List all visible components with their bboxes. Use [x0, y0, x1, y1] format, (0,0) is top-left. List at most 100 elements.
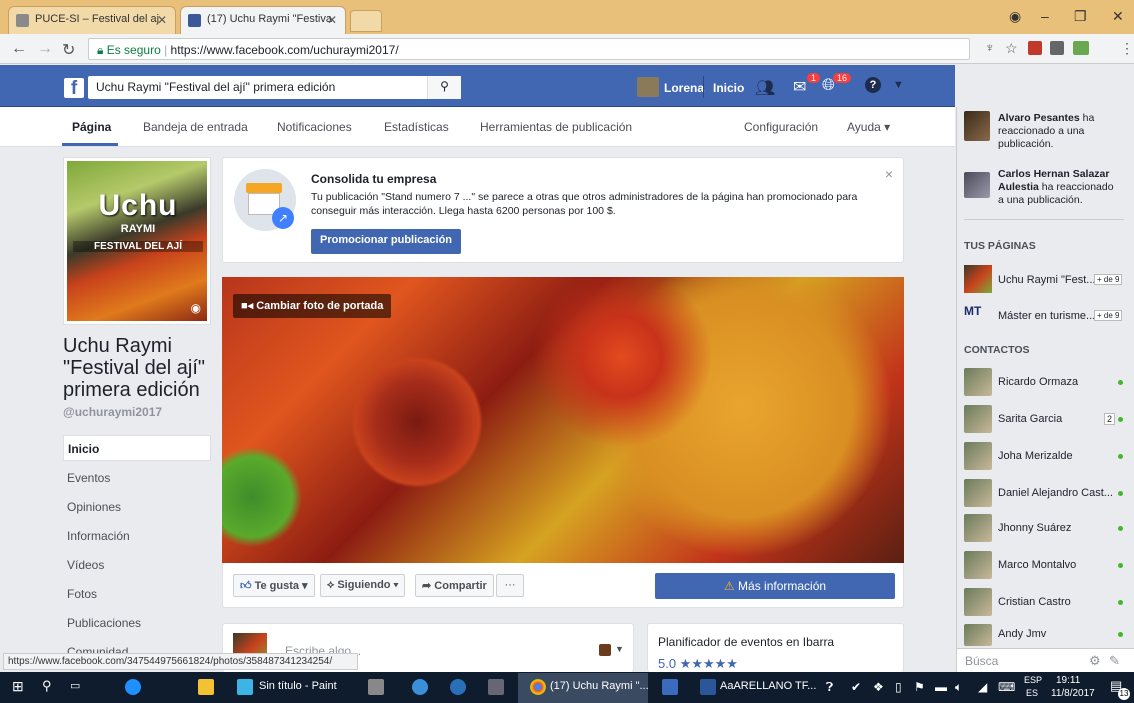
contact-item[interactable]: Jhonny Suárez — [964, 514, 1129, 542]
page-link[interactable]: Uchu Raymi "Fest... — [998, 274, 1095, 286]
like-button[interactable]: 👍︎ Te gusta ▾ — [233, 574, 315, 597]
share-button[interactable]: ➦ Compartir — [415, 574, 494, 597]
contact-item[interactable]: Marco Montalvo — [964, 551, 1129, 579]
tab-help[interactable]: Ayuda ▾ — [847, 120, 890, 134]
chat-search-input[interactable]: Búsca — [965, 654, 998, 668]
close-icon[interactable]: ✕ — [327, 13, 337, 27]
profile-link[interactable]: Lorena — [664, 81, 704, 95]
app-icon[interactable] — [450, 679, 466, 695]
tab-insights[interactable]: Estadísticas — [384, 120, 449, 134]
more-info-button[interactable]: ⚠ Más información — [655, 573, 895, 599]
nav-posts[interactable]: Publicaciones — [63, 610, 211, 636]
app-icon[interactable] — [488, 679, 504, 695]
search-icon[interactable]: ⚲ — [427, 76, 461, 99]
contact-item[interactable]: Cristian Castro — [964, 588, 1129, 616]
start-icon[interactable]: ⊞ — [12, 678, 24, 695]
tray-icon[interactable]: ▯ — [895, 680, 902, 694]
friends-icon[interactable]: 👥︎ — [755, 78, 775, 98]
nav-about[interactable]: Información — [63, 523, 211, 549]
forward-icon[interactable]: → — [37, 40, 53, 58]
compose-icon[interactable]: ✎ — [1109, 653, 1120, 669]
battery-icon[interactable]: ▬ — [935, 680, 947, 694]
chevron-down-icon[interactable]: ▼ — [893, 79, 904, 91]
avatar[interactable] — [637, 77, 659, 97]
help-icon[interactable]: ❓︎ — [826, 680, 833, 695]
network-icon[interactable]: ⚑ — [914, 680, 925, 694]
extension-icon[interactable] — [1050, 41, 1064, 55]
browser-tab-active[interactable]: (17) Uchu Raymi "Festiva ✕ — [180, 6, 346, 34]
extension-icon[interactable] — [1073, 41, 1089, 55]
chevron-down-icon[interactable]: ▼ — [615, 644, 624, 654]
help-icon[interactable]: ? — [865, 77, 881, 93]
messages-icon[interactable]: ✉ — [793, 77, 806, 97]
profile-picture[interactable]: Uchu RAYMI FESTIVAL DEL AJÍ ◉ — [63, 157, 211, 325]
reload-icon[interactable]: ↻ — [62, 40, 75, 60]
gear-icon[interactable]: ⚙ — [1089, 653, 1101, 669]
tray-icon[interactable]: ❖ — [873, 680, 884, 694]
contact-item[interactable]: Andy Jmv — [964, 624, 1129, 646]
taskbar-app[interactable]: AaARELLANO TF... — [720, 680, 816, 692]
avatar[interactable] — [964, 111, 990, 141]
edge-icon[interactable] — [125, 679, 141, 695]
nav-reviews[interactable]: Opiniones — [63, 494, 211, 520]
promote-button[interactable]: Promocionar publicación — [311, 229, 462, 254]
taskbar-app[interactable]: Sin título - Paint — [259, 680, 337, 692]
nav-events[interactable]: Eventos — [63, 465, 211, 491]
tab-page[interactable]: Página — [72, 120, 111, 134]
paint-icon[interactable] — [237, 679, 253, 695]
search-icon[interactable]: ⚲ — [42, 678, 52, 694]
more-options-button[interactable]: ··· — [496, 574, 524, 597]
taskbar-app[interactable]: (17) Uchu Raymi "... — [550, 680, 649, 692]
language-indicator[interactable]: ESP — [1024, 675, 1042, 685]
clock-date[interactable]: 11/8/2017 — [1051, 688, 1095, 699]
avatar-selector-icon[interactable] — [599, 644, 611, 656]
wifi-icon[interactable]: ◢ — [978, 680, 987, 694]
tab-settings[interactable]: Configuración — [744, 120, 818, 134]
close-icon[interactable]: ✕ — [157, 13, 167, 27]
calculator-icon[interactable] — [368, 679, 384, 695]
app-icon[interactable] — [662, 679, 678, 695]
keyboard-icon[interactable]: ⌨ — [998, 680, 1015, 694]
camera-icon[interactable]: ◉ — [191, 301, 201, 315]
app-icon[interactable] — [412, 679, 428, 695]
close-window-button[interactable]: ✕ — [1112, 8, 1124, 25]
page-link[interactable]: Máster en turisme... — [998, 310, 1095, 322]
minimize-button[interactable]: – — [1041, 8, 1049, 24]
close-icon[interactable]: × — [885, 166, 893, 182]
tab-notifications[interactable]: Notificaciones — [277, 120, 352, 134]
star-icon[interactable]: ☆ — [1005, 40, 1018, 57]
home-link[interactable]: Inicio — [713, 81, 744, 95]
menu-icon[interactable]: ⋮ — [1120, 40, 1134, 57]
tab-inbox[interactable]: Bandeja de entrada — [143, 120, 248, 134]
back-icon[interactable]: ← — [11, 40, 27, 58]
tray-icon[interactable]: ✔ — [851, 680, 861, 694]
contact-item[interactable]: Ricardo Ormaza — [964, 368, 1129, 396]
cover-photo[interactable]: ■◂ Cambiar foto de portada — [222, 277, 904, 563]
volume-icon[interactable]: 🔈︎ — [955, 680, 962, 695]
account-icon[interactable]: ◉ — [1009, 8, 1021, 25]
address-bar[interactable]: 🔒︎ Es seguro | https://www.facebook.com/… — [88, 38, 970, 60]
extension-icon[interactable] — [1028, 41, 1042, 55]
contact-item[interactable]: Sarita Garcia 2 — [964, 405, 1129, 433]
word-icon[interactable] — [700, 679, 716, 695]
chat-search-bar[interactable]: Búsca ⚙ ✎ — [957, 648, 1134, 672]
new-tab-button[interactable] — [350, 10, 382, 32]
browser-tab[interactable]: PUCE-SI – Festival del aj ✕ — [8, 6, 176, 34]
contact-item[interactable]: Daniel Alejandro Cast... — [964, 479, 1129, 507]
nav-videos[interactable]: Vídeos — [63, 552, 211, 578]
page-avatar[interactable]: MT — [964, 304, 992, 320]
contact-item[interactable]: Joha Merizalde — [964, 442, 1129, 470]
activity-item[interactable]: Alvaro Pesantes ha reaccionado a una pub… — [998, 112, 1122, 151]
clock-time[interactable]: 19:11 — [1056, 675, 1080, 686]
change-cover-button[interactable]: ■◂ Cambiar foto de portada — [233, 294, 392, 318]
task-view-icon[interactable]: ▭ — [70, 679, 80, 692]
facebook-logo-icon[interactable]: f — [64, 78, 84, 99]
file-explorer-icon[interactable] — [198, 679, 214, 695]
tab-publishing-tools[interactable]: Herramientas de publicación — [480, 120, 632, 134]
page-avatar[interactable] — [964, 265, 992, 293]
activity-item[interactable]: Carlos Hernan Salazar Aulestia ha reacci… — [998, 168, 1122, 207]
key-icon[interactable]: ♆ — [985, 40, 995, 55]
following-button[interactable]: ⟡ Siguiendo ▾ — [320, 574, 406, 597]
nav-home[interactable]: Inicio — [63, 435, 211, 461]
search-input[interactable]: Uchu Raymi "Festival del ají" primera ed… — [88, 76, 461, 99]
